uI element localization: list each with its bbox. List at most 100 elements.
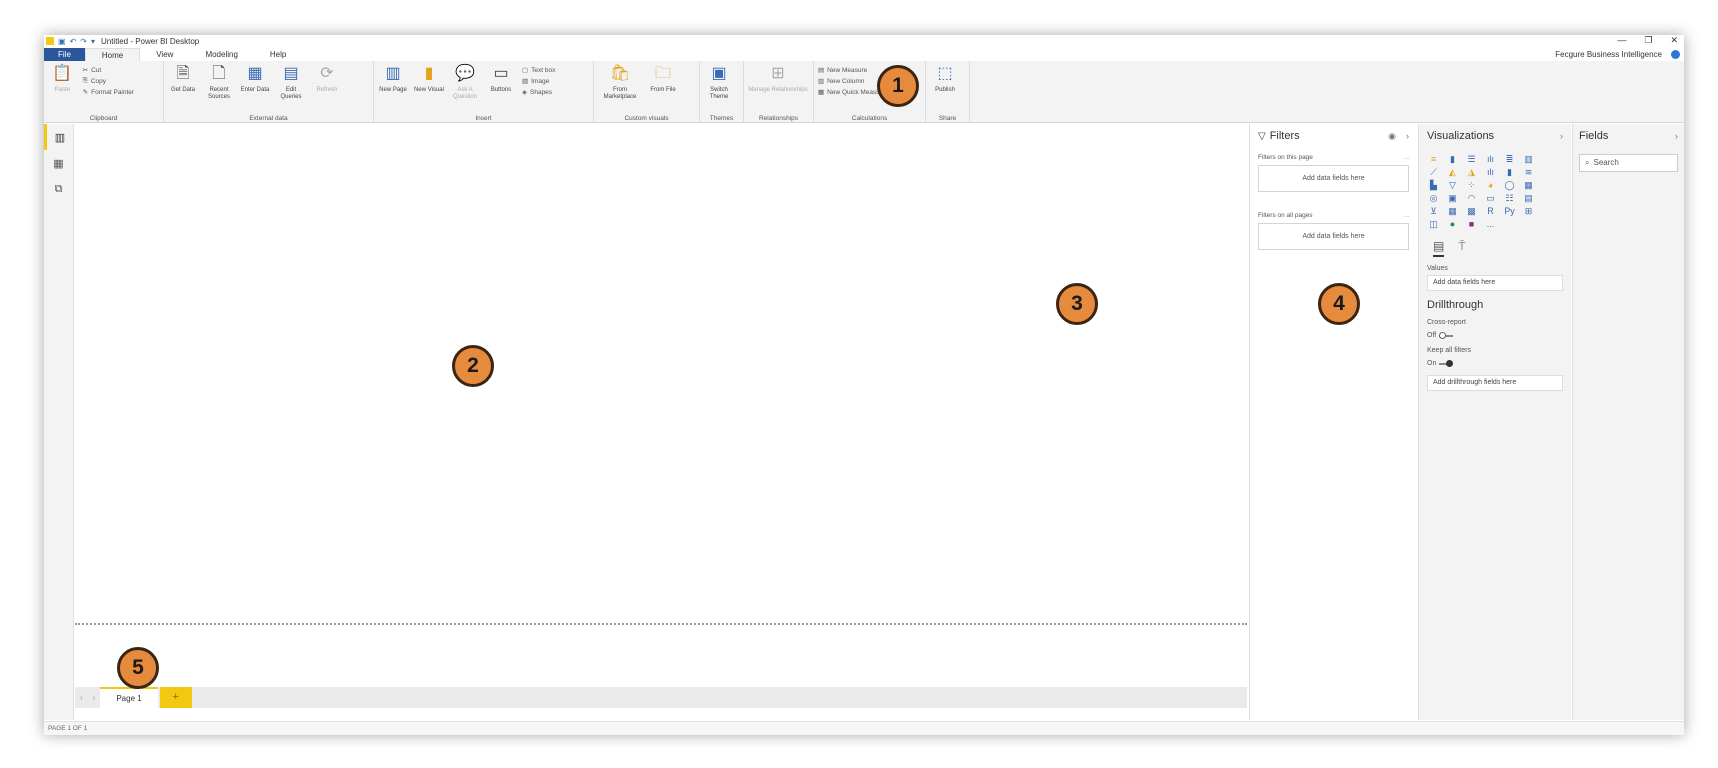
collapse-visualizations-icon[interactable]: ›: [1560, 131, 1563, 141]
filters-on-this-page-label: Filters on this page: [1258, 154, 1313, 161]
all-pages-filter-drop-zone[interactable]: Add data fields here: [1258, 223, 1409, 250]
waterfall-icon[interactable]: ▙: [1427, 180, 1440, 190]
tab-home[interactable]: Home: [84, 48, 141, 61]
table-visual-icon[interactable]: ▦: [1446, 206, 1459, 216]
tab-view[interactable]: View: [140, 48, 189, 61]
power-apps-icon[interactable]: ■: [1465, 219, 1478, 229]
add-page-button[interactable]: +: [159, 687, 192, 708]
page-tab-1[interactable]: Page 1: [100, 687, 158, 708]
from-file-button[interactable]: 🗀 From File: [648, 63, 678, 123]
new-page-button[interactable]: ▥ New Page: [378, 63, 408, 123]
insert-group: ▥ New Page ▮ New Visual 💬 Ask A Question ▭ B…: [374, 61, 594, 123]
area-chart-icon[interactable]: ◭: [1446, 167, 1459, 177]
ask-question-button[interactable]: 💬 Ask A Question: [450, 63, 480, 123]
keep-all-filters-toggle[interactable]: On: [1427, 359, 1563, 367]
donut-chart-icon[interactable]: ◯: [1503, 180, 1516, 190]
get-data-button[interactable]: 🗎 Get Data: [168, 63, 198, 123]
paste-button[interactable]: 📋 Paste: [48, 63, 77, 123]
cross-report-toggle[interactable]: Off: [1427, 331, 1563, 339]
external-data-group: 🗎 Get Data 🗋 Recent Sources ▦ Enter Data ▤ E…: [164, 61, 374, 123]
more-options-icon[interactable]: ...: [1404, 212, 1409, 219]
prev-page-icon[interactable]: ‹: [75, 693, 88, 702]
drillthrough-drop-zone[interactable]: Add drillthrough fields here: [1427, 375, 1563, 391]
ribbon-chart-icon[interactable]: ≋: [1522, 167, 1535, 177]
copy-button[interactable]: ⎘ Copy: [83, 77, 159, 85]
tab-help[interactable]: Help: [254, 48, 302, 61]
page-filter-drop-zone[interactable]: Add data fields here: [1258, 165, 1409, 192]
buttons-button[interactable]: ▭ Buttons: [486, 63, 516, 123]
more-options-icon[interactable]: ...: [1404, 154, 1409, 161]
key-influencers-icon[interactable]: ⊞: [1522, 206, 1535, 216]
gauge-icon[interactable]: ◠: [1465, 193, 1478, 203]
report-view-icon[interactable]: ▥: [44, 124, 73, 150]
qa-visual-icon[interactable]: ◫: [1427, 219, 1440, 229]
filled-map-icon[interactable]: ▣: [1446, 193, 1459, 203]
minimize-icon[interactable]: —: [1617, 35, 1626, 46]
text-box-button[interactable]: ▢ Text box: [522, 66, 582, 75]
manage-relationships-button[interactable]: ⊞ Manage Relationships: [748, 63, 808, 123]
values-drop-zone[interactable]: Add data fields here: [1427, 275, 1563, 291]
percent-bar-icon[interactable]: ≣: [1503, 154, 1516, 164]
undo-icon[interactable]: ↶: [70, 37, 77, 46]
matrix-icon[interactable]: ▩: [1465, 206, 1478, 216]
customize-dropdown-icon[interactable]: ▾: [91, 37, 95, 46]
filters-on-all-pages-label: Filters on all pages: [1258, 212, 1313, 219]
eye-icon[interactable]: ◉: [1388, 131, 1396, 142]
tab-file[interactable]: File: [44, 48, 85, 61]
clustered-bar-icon[interactable]: ☰: [1465, 154, 1478, 164]
new-visual-button[interactable]: ▮ New Visual: [414, 63, 444, 123]
format-painter-button[interactable]: ✎ Format Painter: [83, 88, 159, 97]
view-switcher-rail: ▥ ▦ ⧉: [44, 124, 74, 720]
fields-search-input[interactable]: ⌕ Search: [1579, 154, 1678, 172]
multi-row-card-icon[interactable]: ☷: [1503, 193, 1516, 203]
treemap-icon[interactable]: ▦: [1522, 180, 1535, 190]
model-view-icon[interactable]: ⧉: [44, 176, 73, 202]
refresh-button[interactable]: ⟳ Refresh: [312, 63, 342, 123]
help-icon[interactable]: [1671, 50, 1680, 59]
more-visuals-icon[interactable]: ...: [1484, 219, 1497, 229]
recent-sources-button[interactable]: 🗋 Recent Sources: [204, 63, 234, 123]
clustered-column-icon[interactable]: ılı: [1484, 154, 1497, 164]
collapse-fields-icon[interactable]: ›: [1675, 131, 1678, 141]
line-chart-icon[interactable]: ⟋: [1427, 167, 1440, 177]
edit-queries-button[interactable]: ▤ Edit Queries: [276, 63, 306, 123]
kpi-icon[interactable]: ▤: [1522, 193, 1535, 203]
stacked-column-icon[interactable]: ▮: [1446, 154, 1459, 164]
next-page-icon[interactable]: ›: [88, 693, 101, 702]
line-column-icon[interactable]: ılı: [1484, 167, 1497, 177]
enter-data-button[interactable]: ▦ Enter Data: [240, 63, 270, 123]
close-icon[interactable]: ✕: [1670, 35, 1678, 46]
python-visual-icon[interactable]: Py: [1503, 206, 1516, 216]
account-name[interactable]: Fecgure Business Intelligence: [1555, 50, 1684, 59]
redo-icon[interactable]: ↷: [80, 37, 87, 46]
stacked-bar-icon[interactable]: ≡: [1427, 154, 1440, 164]
data-view-icon[interactable]: ▦: [44, 150, 73, 176]
funnel-icon[interactable]: ▽: [1446, 180, 1459, 190]
percent-column-icon[interactable]: ▥: [1522, 154, 1535, 164]
stacked-area-icon[interactable]: ◮: [1465, 167, 1478, 177]
r-visual-icon[interactable]: R: [1484, 206, 1497, 216]
card-icon[interactable]: ▭: [1484, 193, 1497, 203]
save-icon[interactable]: ▣: [58, 37, 66, 46]
map-icon[interactable]: ◎: [1427, 193, 1440, 203]
cross-report-label: Cross-report: [1427, 319, 1466, 326]
report-canvas[interactable]: [75, 124, 1247, 614]
toggle-knob: [1439, 331, 1447, 339]
format-paint-roller-icon[interactable]: ⍑: [1458, 239, 1465, 257]
line-stacked-column-icon[interactable]: ▮: [1503, 167, 1516, 177]
slicer-icon[interactable]: ⊻: [1427, 206, 1440, 216]
restore-icon[interactable]: ❐: [1644, 35, 1652, 46]
fields-tab-icon[interactable]: ▤: [1433, 239, 1445, 257]
arcgis-map-icon[interactable]: ●: [1446, 219, 1459, 229]
collapse-filters-icon[interactable]: ›: [1406, 131, 1409, 142]
switch-theme-button[interactable]: ▣ Switch Theme: [704, 63, 734, 123]
pie-chart-icon[interactable]: ◕: [1484, 180, 1497, 190]
callout-1: 1: [877, 65, 919, 107]
scatter-icon[interactable]: ⁘: [1465, 180, 1478, 190]
image-button[interactable]: ▧ Image: [522, 77, 582, 86]
shapes-button[interactable]: ◈ Shapes: [522, 88, 582, 97]
from-marketplace-button[interactable]: 🛍 From Marketplace: [598, 63, 642, 123]
cut-button[interactable]: ✂ Cut: [83, 66, 159, 75]
publish-button[interactable]: ⬚ Publish: [930, 63, 960, 123]
tab-modeling[interactable]: Modeling: [189, 48, 253, 61]
